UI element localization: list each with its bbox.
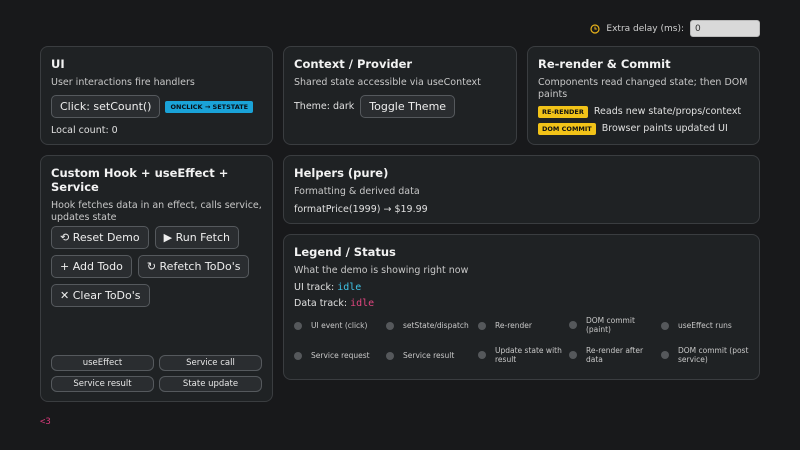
ui-card: UI User interactions fire handlers Click… [40,46,273,145]
legend-item: Re-render [478,321,568,330]
delay-input[interactable] [690,20,760,37]
legend-card-subtitle: What the demo is showing right now [294,265,469,276]
legend-item: Service request [294,351,384,360]
status-dot [386,352,394,360]
helpers-card-subtitle: Formatting & derived data [294,186,420,197]
context-card-subtitle: Shared state accessible via useContext [294,77,481,88]
ui-track-value: idle [337,282,362,293]
clock-icon [590,23,601,34]
data-track-row: Data track: idle [294,298,749,310]
legend-item: DOM commit (paint) [569,316,654,334]
hook-card: Custom Hook + useEffect + Service Hook f… [40,155,273,402]
legend-item: useEffect runs [661,321,751,330]
legend-card: Legend / Status What the demo is showing… [283,234,760,380]
legend-item: UI event (click) [294,321,384,330]
clear-todos-button[interactable]: ✕ Clear ToDo's [51,284,150,307]
pill-service-call[interactable]: Service call [159,355,262,371]
legend-item: Service result [386,351,476,360]
status-dot [294,352,302,360]
add-todo-button[interactable]: + Add Todo [51,255,132,278]
pill-service-result[interactable]: Service result [51,376,154,392]
legend-card-title: Legend / Status [294,245,396,259]
ui-track-row: UI track: idle [294,282,749,294]
context-card-title: Context / Provider [294,57,413,71]
toggle-theme-button[interactable]: Toggle Theme [360,95,456,118]
footer-heart: <3 [40,417,51,427]
helpers-card: Helpers (pure) Formatting & derived data… [283,155,760,224]
rerender-card: Re-render & Commit Components read chang… [527,46,760,145]
hook-card-subtitle: Hook fetches data in an effect, calls se… [51,200,262,223]
status-dot [478,351,486,359]
hook-card-title: Custom Hook + useEffect + Service [51,166,229,194]
context-card: Context / Provider Shared state accessib… [283,46,517,145]
refetch-todos-button[interactable]: ↻ Refetch ToDo's [137,255,250,278]
legend-item: Re-render after data [569,346,654,364]
reset-demo-button[interactable]: ⟲ Reset Demo [51,226,149,249]
theme-label: Theme: dark [294,100,355,112]
rerender-card-title: Re-render & Commit [538,57,671,71]
set-count-button[interactable]: Click: setCount() [51,95,161,118]
status-dot [569,321,577,329]
dom-commit-badge: DOM COMMIT [538,123,596,135]
status-dot [661,351,669,359]
rerender-text: Reads new state/props/context [593,106,742,117]
rerender-badge: RE-RENDER [538,106,588,118]
onclick-badge: ONCLICK → SETSTATE [165,100,254,113]
legend-item: DOM commit (post service) [661,346,751,364]
data-track-label: Data track: [294,298,348,309]
status-dot [661,322,669,330]
helpers-card-title: Helpers (pure) [294,166,389,180]
data-track-value: idle [350,298,375,309]
status-dot [569,351,577,359]
dom-commit-text: Browser paints updated UI [601,123,728,134]
delay-label: Extra delay (ms): [606,23,684,34]
pill-use-effect[interactable]: useEffect [51,355,154,371]
local-count: Local count: 0 [51,125,118,136]
status-dot [478,322,486,330]
legend-item: Update state with result [478,346,563,364]
status-dot [386,322,394,330]
pill-state-update[interactable]: State update [159,376,262,392]
format-price-example: formatPrice(1999) → $19.99 [294,204,428,215]
extra-delay-control: Extra delay (ms): [590,20,760,37]
run-fetch-button[interactable]: ▶ Run Fetch [154,226,239,249]
ui-card-subtitle: User interactions fire handlers [51,77,195,88]
legend-item: setState/dispatch [386,321,476,330]
ui-track-label: UI track: [294,282,335,293]
rerender-card-subtitle: Components read changed state; then DOM … [538,77,748,100]
ui-card-title: UI [51,57,65,71]
status-dot [294,322,302,330]
